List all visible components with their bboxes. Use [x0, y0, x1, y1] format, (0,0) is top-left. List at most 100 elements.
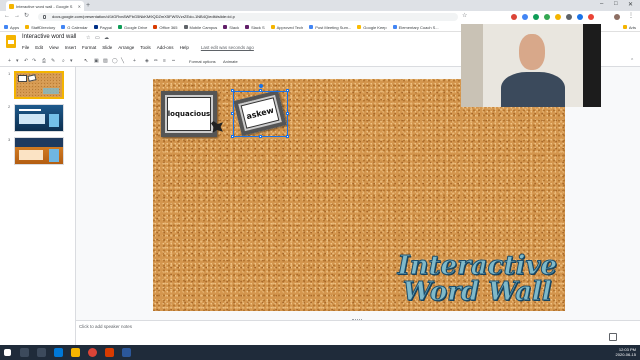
back-arrow-icon[interactable]: ←: [4, 13, 10, 20]
move-folder-icon[interactable]: ▭: [95, 35, 100, 41]
menu-file[interactable]: File: [22, 45, 29, 50]
word-icon[interactable]: [122, 348, 131, 357]
resize-handle[interactable]: [286, 112, 289, 115]
menu-insert[interactable]: Insert: [65, 45, 76, 50]
rotate-handle[interactable]: [259, 84, 263, 88]
image-icon[interactable]: ▨: [103, 58, 108, 65]
chrome-icon[interactable]: [88, 348, 97, 357]
search-icon[interactable]: [20, 348, 29, 357]
undo-icon[interactable]: ↶: [24, 58, 28, 65]
menu-view[interactable]: View: [49, 45, 59, 50]
star-icon[interactable]: ☆: [86, 35, 90, 41]
edge-icon[interactable]: [54, 348, 63, 357]
slide-thumbnail[interactable]: [14, 71, 64, 99]
tab-close-icon[interactable]: ✕: [78, 4, 81, 9]
menu-edit[interactable]: Edit: [35, 45, 43, 50]
reload-icon[interactable]: ↻: [24, 13, 29, 20]
zoom-icon[interactable]: ⌕: [62, 58, 65, 65]
border-weight-icon[interactable]: ≡: [163, 58, 166, 65]
line-icon[interactable]: ╲: [121, 58, 124, 65]
bookmark-item[interactable]: Approved Tech: [270, 25, 303, 30]
bookmark-apps[interactable]: Apps: [4, 25, 19, 30]
browser-tab[interactable]: Interactive word wall - Google S ✕: [6, 1, 84, 11]
border-dash-icon[interactable]: ┅: [172, 58, 175, 65]
redo-icon[interactable]: ↷: [32, 58, 36, 65]
slide-thumbnail[interactable]: [14, 104, 64, 132]
resize-handle[interactable]: [259, 135, 262, 138]
task-view-icon[interactable]: [37, 348, 46, 357]
resize-handle[interactable]: [286, 135, 289, 138]
bookmark-item[interactable]: Google Keep: [357, 25, 387, 30]
text-box-icon[interactable]: ▣: [94, 58, 99, 65]
office-icon[interactable]: [105, 348, 114, 357]
slides-logo-icon[interactable]: [6, 35, 16, 48]
slide-canvas[interactable]: loquacious askew Interactive Word Wall: [153, 79, 565, 311]
bookmark-item[interactable]: Elementary Coach S...: [392, 25, 439, 30]
explore-icon[interactable]: [609, 333, 617, 341]
resize-handle[interactable]: [231, 112, 234, 115]
menu-bar: File Edit View Insert Format Slide Arran…: [22, 45, 254, 50]
maximize-button[interactable]: □: [614, 1, 618, 7]
extension-icon[interactable]: [588, 14, 594, 20]
resize-handle[interactable]: [286, 89, 289, 92]
comment-icon[interactable]: +: [133, 58, 136, 65]
notes-resize-handle[interactable]: [352, 319, 362, 321]
bookmark-item[interactable]: Slack S: [245, 25, 265, 30]
windows-start-icon[interactable]: [4, 349, 11, 356]
bookmark-item[interactable]: StaffDirectory: [25, 25, 55, 30]
cloud-saved-icon[interactable]: ☁: [104, 35, 109, 41]
close-window-button[interactable]: ✕: [628, 1, 633, 8]
resize-handle[interactable]: [231, 135, 234, 138]
system-clock[interactable]: 12:03 PM 2020-06-15: [616, 347, 636, 357]
new-slide-icon[interactable]: +: [8, 58, 11, 65]
menu-help[interactable]: Help: [180, 45, 189, 50]
extension-icon[interactable]: [522, 14, 528, 20]
zoom-dropdown-icon[interactable]: ▾: [70, 58, 73, 65]
select-cursor-icon[interactable]: ↖: [84, 58, 88, 65]
resize-handle[interactable]: [259, 89, 262, 92]
new-slide-dropdown-icon[interactable]: ▾: [16, 58, 19, 65]
bookmark-item[interactable]: Slack: [223, 25, 239, 30]
format-options-button[interactable]: Format options: [189, 59, 216, 64]
forward-arrow-icon[interactable]: →: [14, 13, 20, 20]
extension-icon[interactable]: [555, 14, 561, 20]
browser-menu-icon[interactable]: ⋮: [628, 13, 634, 20]
menu-tools[interactable]: Tools: [140, 45, 151, 50]
profile-avatar[interactable]: [614, 14, 620, 20]
collapse-toolbar-icon[interactable]: ⌃: [630, 58, 634, 65]
resize-handle[interactable]: [231, 89, 234, 92]
bookmark-item[interactable]: Post Meeting Sum...: [309, 25, 351, 30]
bookmark-other[interactable]: Arts: [622, 25, 636, 30]
shape-icon[interactable]: ◯: [112, 58, 118, 65]
minimize-button[interactable]: –: [600, 1, 603, 7]
file-explorer-icon[interactable]: [71, 348, 80, 357]
bookmark-item[interactable]: Mobile Campus: [183, 25, 217, 30]
print-icon[interactable]: ⎙: [42, 58, 46, 65]
border-color-icon[interactable]: ✏: [154, 58, 158, 65]
menu-format[interactable]: Format: [82, 45, 96, 50]
animate-button[interactable]: Animate: [223, 59, 238, 64]
extension-icon[interactable]: [577, 14, 583, 20]
extension-icon[interactable]: [511, 14, 517, 20]
menu-slide[interactable]: Slide: [102, 45, 112, 50]
menu-arrange[interactable]: Arrange: [118, 45, 134, 50]
new-tab-button[interactable]: +: [86, 2, 90, 9]
bookmark-item[interactable]: Office 365: [153, 25, 178, 30]
extension-icon[interactable]: [544, 14, 550, 20]
url-input[interactable]: docs.google.com/presentation/d/1tGRvn8WF…: [38, 13, 458, 21]
extension-icon[interactable]: [533, 14, 539, 20]
document-title[interactable]: Interactive word wall: [22, 34, 76, 40]
speaker-notes[interactable]: Click to add speaker notes: [76, 319, 640, 345]
bookmark-item[interactable]: G Calendar: [61, 25, 88, 30]
bookmark-star-icon[interactable]: ☆: [462, 13, 467, 20]
bookmark-item[interactable]: Google Drive: [117, 25, 147, 30]
menu-add-ons[interactable]: Add-ons: [157, 45, 174, 50]
extension-icon[interactable]: [566, 14, 572, 20]
last-edit-link[interactable]: Last edit was seconds ago: [201, 45, 254, 50]
bookmark-item[interactable]: Paypal: [93, 25, 112, 30]
slide-thumbnail[interactable]: [14, 137, 64, 165]
paint-format-icon[interactable]: ✎: [51, 58, 55, 65]
selection-box[interactable]: [233, 91, 288, 137]
word-card-loquacious[interactable]: loquacious: [161, 91, 217, 137]
fill-color-icon[interactable]: ◈: [145, 58, 149, 65]
